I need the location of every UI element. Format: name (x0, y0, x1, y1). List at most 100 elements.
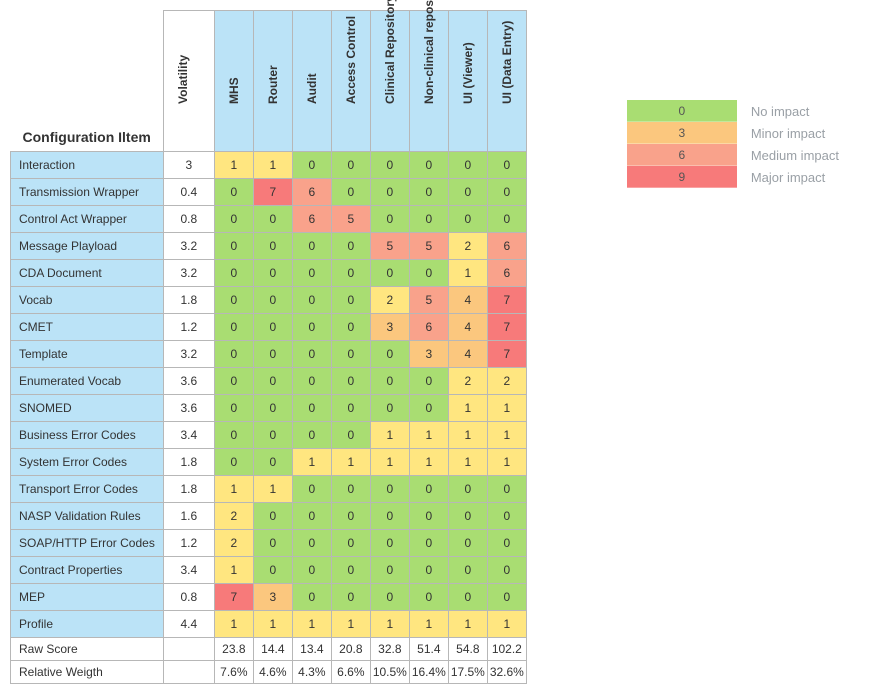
heat-cell: 0 (448, 152, 487, 179)
heat-cell: 5 (370, 233, 409, 260)
table-row: CDA Document3.200000016 (11, 260, 527, 287)
row-label: System Error Codes (11, 449, 164, 476)
heat-cell: 0 (331, 422, 370, 449)
col-header-7: UI (Data Entry) (487, 11, 526, 152)
heat-cell: 0 (331, 152, 370, 179)
heat-cell: 0 (370, 152, 409, 179)
table-row: Template3.200000347 (11, 341, 527, 368)
row-label: NASP Validation Rules (11, 503, 164, 530)
row-label: Vocab (11, 287, 164, 314)
heat-cell: 0 (214, 395, 253, 422)
volatility-cell: 0.8 (163, 206, 214, 233)
heat-cell: 0 (370, 395, 409, 422)
legend: 0No impact3Minor impact6Medium impact9Ma… (627, 100, 839, 188)
heat-cell: 6 (487, 260, 526, 287)
heat-cell: 1 (448, 422, 487, 449)
heat-cell: 0 (331, 584, 370, 611)
heat-cell: 0 (253, 557, 292, 584)
table-row: Enumerated Vocab3.600000022 (11, 368, 527, 395)
heat-cell: 1 (448, 449, 487, 476)
heat-cell: 0 (331, 557, 370, 584)
heat-cell: 0 (448, 530, 487, 557)
row-label: MEP (11, 584, 164, 611)
volatility-header: Volatility (163, 11, 214, 152)
volatility-cell: 3.4 (163, 557, 214, 584)
volatility-cell: 0.8 (163, 584, 214, 611)
heat-cell: 0 (331, 287, 370, 314)
heat-cell: 0 (370, 530, 409, 557)
volatility-cell: 1.6 (163, 503, 214, 530)
summary-cell: 16.4% (409, 661, 448, 684)
heat-cell: 0 (253, 206, 292, 233)
heat-cell: 1 (448, 395, 487, 422)
summary-cell: 20.8 (331, 638, 370, 661)
heat-cell: 4 (448, 287, 487, 314)
heat-cell: 0 (292, 530, 331, 557)
row-label: Transport Error Codes (11, 476, 164, 503)
row-label: Template (11, 341, 164, 368)
heat-cell: 1 (214, 611, 253, 638)
legend-row: 9Major impact (627, 166, 839, 188)
summary-cell: 54.8 (448, 638, 487, 661)
summary-cell: 102.2 (487, 638, 526, 661)
volatility-cell: 1.8 (163, 449, 214, 476)
heat-cell: 1 (487, 449, 526, 476)
heat-cell: 1 (253, 152, 292, 179)
heat-cell: 1 (370, 611, 409, 638)
summary-cell: 10.5% (370, 661, 409, 684)
heat-cell: 0 (409, 530, 448, 557)
row-label: Message Playload (11, 233, 164, 260)
heat-cell: 0 (331, 368, 370, 395)
heat-cell: 2 (214, 503, 253, 530)
heat-cell: 0 (487, 584, 526, 611)
summary-cell: 23.8 (214, 638, 253, 661)
table-row: Interaction311000000 (11, 152, 527, 179)
summary-cell: 14.4 (253, 638, 292, 661)
heat-cell: 0 (253, 530, 292, 557)
heat-cell: 0 (370, 584, 409, 611)
heat-cell: 0 (214, 422, 253, 449)
heat-cell: 0 (214, 449, 253, 476)
heat-cell: 1 (253, 476, 292, 503)
heat-cell: 0 (409, 152, 448, 179)
heat-cell: 0 (253, 260, 292, 287)
volatility-cell: 3.4 (163, 422, 214, 449)
heat-cell: 7 (487, 341, 526, 368)
heat-cell: 0 (409, 260, 448, 287)
row-label: CMET (11, 314, 164, 341)
heat-cell: 0 (448, 179, 487, 206)
row-label: CDA Document (11, 260, 164, 287)
heat-cell: 0 (370, 476, 409, 503)
row-label: SOAP/HTTP Error Codes (11, 530, 164, 557)
summary-row: Raw Score23.814.413.420.832.851.454.8102… (11, 638, 527, 661)
heat-cell: 0 (370, 260, 409, 287)
row-label: Enumerated Vocab (11, 368, 164, 395)
heat-cell: 1 (214, 476, 253, 503)
table-row: MEP0.873000000 (11, 584, 527, 611)
summary-blank (163, 638, 214, 661)
heat-cell: 0 (409, 503, 448, 530)
heat-cell: 2 (448, 233, 487, 260)
heat-cell: 0 (448, 476, 487, 503)
heat-cell: 6 (292, 206, 331, 233)
table-row: Vocab1.800002547 (11, 287, 527, 314)
col-header-4: Clinical Repository (370, 11, 409, 152)
volatility-cell: 3.6 (163, 368, 214, 395)
col-header-3: Access Control (331, 11, 370, 152)
heat-cell: 2 (487, 368, 526, 395)
row-label: Transmission Wrapper (11, 179, 164, 206)
heat-cell: 0 (214, 179, 253, 206)
col-header-6: UI (Viewer) (448, 11, 487, 152)
legend-swatch: 0 (627, 100, 737, 122)
row-label: Contract Properties (11, 557, 164, 584)
heat-cell: 0 (409, 476, 448, 503)
heat-cell: 1 (409, 449, 448, 476)
heat-cell: 3 (409, 341, 448, 368)
heat-cell: 1 (214, 557, 253, 584)
heat-cell: 4 (448, 341, 487, 368)
heat-cell: 1 (292, 611, 331, 638)
row-label: Interaction (11, 152, 164, 179)
heat-cell: 1 (409, 611, 448, 638)
heat-cell: 0 (448, 584, 487, 611)
volatility-cell: 3.2 (163, 260, 214, 287)
